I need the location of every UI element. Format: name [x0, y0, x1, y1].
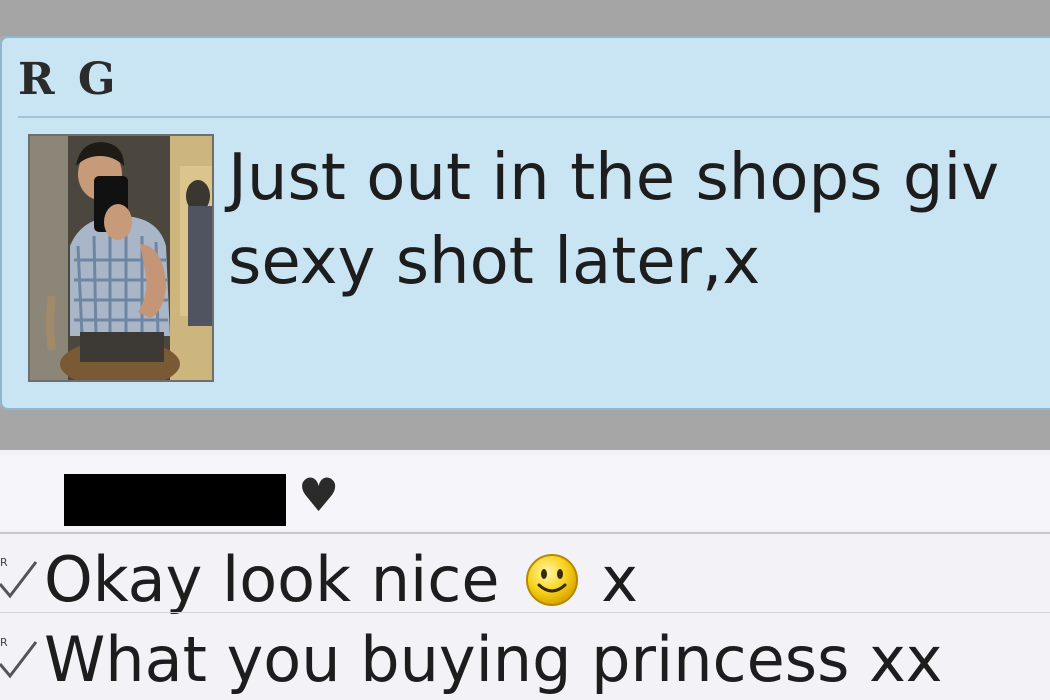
- incoming-message-text: Just out in the shops giv sexy shot late…: [228, 136, 1050, 304]
- sent-message[interactable]: R What you buying princess xx: [0, 622, 1050, 698]
- sent-message[interactable]: R Okay look nice x: [0, 542, 1050, 618]
- sent-message-text-after: x: [601, 543, 638, 616]
- photo-image: [30, 136, 212, 380]
- svg-text:R: R: [0, 636, 8, 649]
- read-check-icon: R: [0, 636, 38, 679]
- contact-header[interactable]: ♥: [0, 456, 1050, 530]
- read-check-icon: R: [0, 556, 38, 599]
- sent-message-text: What you buying princess xx: [44, 623, 943, 696]
- incoming-message-bubble[interactable]: R G Just out in the shops giv sexy shot …: [0, 36, 1050, 410]
- sent-message-text-before: Okay look nice: [44, 543, 500, 616]
- message-separator: [0, 612, 1050, 613]
- sender-divider: [18, 116, 1050, 118]
- contact-divider: [0, 532, 1050, 534]
- smiley-icon: [526, 554, 579, 606]
- message-line-2: sexy shot later,x: [228, 225, 761, 299]
- conversation-panel: ♥ R Okay look nice x R What you buying p…: [0, 450, 1050, 700]
- message-line-1: Just out in the shops giv: [228, 141, 1000, 215]
- section-divider: [0, 410, 1050, 450]
- chat-screen: R G Just out in the shops giv sexy shot …: [0, 0, 1050, 700]
- profile-photo[interactable]: [28, 134, 214, 382]
- svg-text:R: R: [0, 556, 8, 569]
- top-strip: [0, 0, 1050, 36]
- sent-message-text: Okay look nice x: [44, 542, 638, 618]
- redacted-contact-name: [64, 474, 286, 526]
- sender-name: R G: [18, 54, 120, 105]
- heart-icon: ♥: [298, 468, 340, 522]
